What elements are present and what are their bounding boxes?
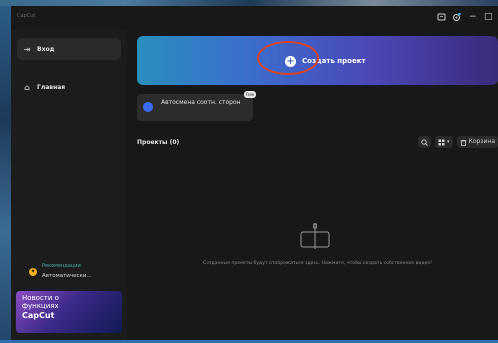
maximize-button[interactable]: □ <box>484 13 493 22</box>
search-button[interactable] <box>418 136 432 148</box>
news-line-2: функциях <box>22 302 59 310</box>
annotation-circle <box>257 41 319 75</box>
free-badge: Free <box>244 91 256 98</box>
home-icon: ⌂ <box>24 82 30 92</box>
news-line-1: Новости о <box>22 294 59 302</box>
recommendation-caption: Рекомендации <box>42 263 81 269</box>
sidebar-item-label: Вход <box>37 45 55 53</box>
sidebar-item-login[interactable]: ⇥ Вход <box>17 38 121 60</box>
desktop-background-left <box>0 6 11 343</box>
trash-label: Корзина <box>468 138 495 145</box>
sidebar-item-home[interactable]: ⌂ Главная <box>17 76 121 98</box>
empty-projects-message: Созданные проекты будут отображаться зде… <box>203 261 432 266</box>
capcut-window: CapCut − □ ⇥ Вход ⌂ Главная ✦ Рекомендац… <box>11 6 498 340</box>
auto-reframe-label: Автосмена соотн. сторон <box>161 99 241 106</box>
sidebar: ⇥ Вход ⌂ Главная ✦ Рекомендации Автомати… <box>11 30 127 340</box>
projects-heading: Проекты (0) <box>137 139 180 146</box>
projects-toolbar: ▾ Корзина <box>414 135 498 149</box>
grid-view-icon <box>438 139 445 145</box>
recommendation-card[interactable]: ✦ Рекомендации Автоматически... <box>25 261 121 285</box>
empty-projects-icon <box>300 223 330 249</box>
bulb-icon: ✦ <box>29 268 37 276</box>
title-bar: CapCut − □ <box>11 6 498 30</box>
settings-icon[interactable] <box>452 12 461 25</box>
login-icon: ⇥ <box>23 44 31 54</box>
feedback-icon[interactable] <box>437 13 446 25</box>
chevron-down-icon: ▾ <box>447 139 450 145</box>
sidebar-item-label: Главная <box>37 83 66 91</box>
news-line-3: CapCut <box>22 311 55 320</box>
trash-button[interactable]: Корзина <box>456 136 498 148</box>
main-content: + Создать проект Автосмена соотн. сторон… <box>127 30 498 340</box>
minimize-button[interactable]: − <box>469 13 477 22</box>
view-toggle-button[interactable]: ▾ <box>435 136 453 148</box>
news-banner[interactable]: Новости о функциях CapCut <box>16 291 122 333</box>
auto-reframe-card[interactable]: Автосмена соотн. сторон Free <box>137 91 256 121</box>
app-logo: CapCut <box>17 13 36 19</box>
trash-icon <box>460 139 466 146</box>
search-icon <box>421 138 428 146</box>
recommendation-title: Автоматически... <box>42 273 92 279</box>
create-project-banner[interactable]: + Создать проект <box>137 36 498 85</box>
auto-reframe-icon <box>143 102 153 112</box>
